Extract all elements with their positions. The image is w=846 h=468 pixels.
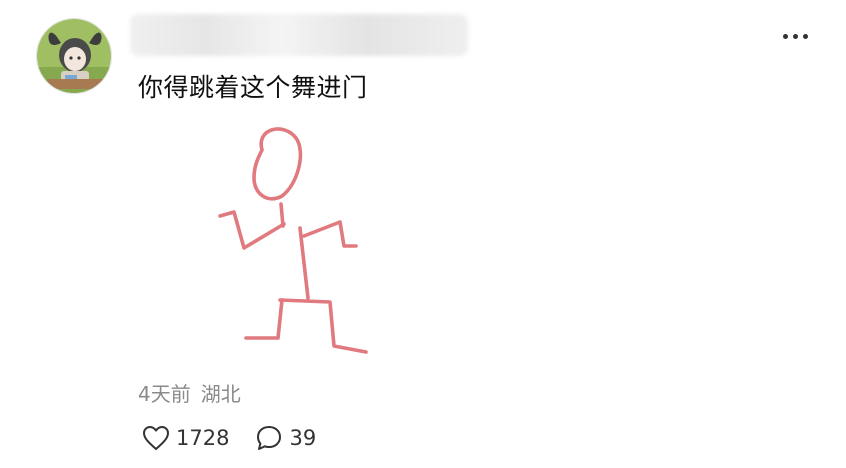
- stick-figure-drawing: [218, 127, 368, 354]
- more-dot: [803, 34, 808, 39]
- more-dot: [793, 34, 798, 39]
- figure-right-arm: [302, 220, 358, 248]
- more-dot: [783, 34, 788, 39]
- post-actions: 1728 39: [142, 424, 316, 452]
- post-meta: 4天前 湖北: [138, 378, 241, 407]
- speech-bubble-icon: [257, 426, 282, 450]
- avatar-illustration-icon: [37, 19, 111, 93]
- comment-button[interactable]: 39: [255, 424, 316, 452]
- more-options-button[interactable]: [781, 28, 810, 45]
- like-button[interactable]: 1728: [142, 425, 229, 451]
- figure-left-leg: [244, 298, 284, 340]
- like-count: 1728: [176, 426, 230, 450]
- figure-head: [252, 127, 303, 201]
- post-text: 你得跳着这个舞进门: [138, 73, 368, 102]
- post-card: 你得跳着这个舞进门 4天前 湖北 1728 39: [0, 0, 846, 468]
- user-avatar[interactable]: [36, 18, 112, 94]
- heart-outline-icon: [143, 426, 169, 450]
- figure-body: [298, 226, 310, 300]
- username: [130, 14, 131, 15]
- comment-count: 39: [289, 426, 317, 450]
- figure-right-leg: [278, 298, 368, 354]
- figure-left-arm: [218, 210, 286, 250]
- username-redacted[interactable]: [130, 14, 468, 56]
- post-time: 4天前: [138, 382, 191, 406]
- post-location: 湖北: [200, 382, 241, 406]
